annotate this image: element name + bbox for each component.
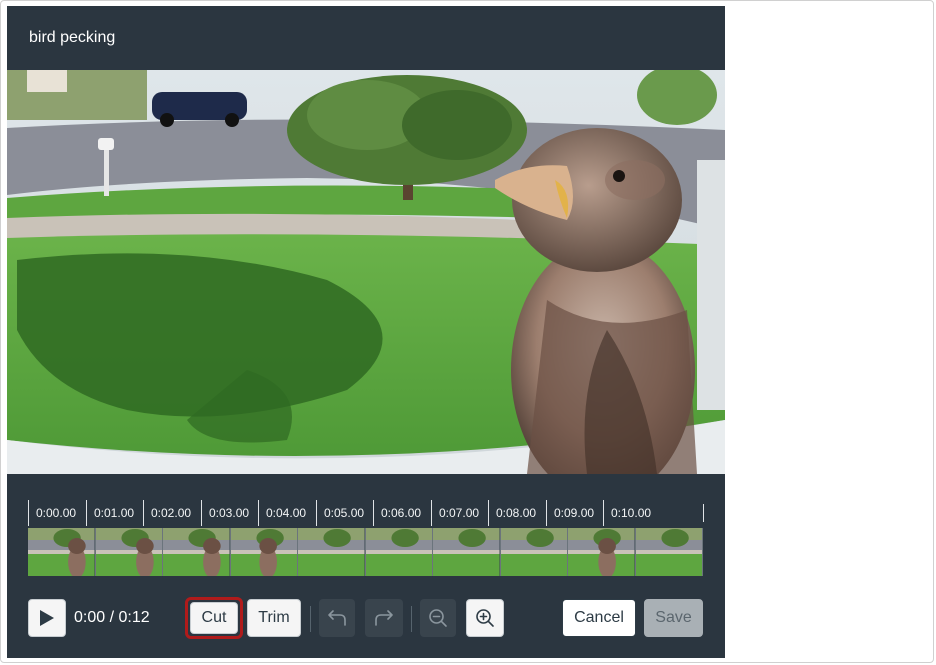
video-frame-image: [7, 70, 725, 474]
timeline-tick: 0:00.00: [28, 500, 86, 526]
play-icon: [40, 610, 54, 626]
title-bar: bird pecking: [7, 6, 725, 70]
undo-button[interactable]: [319, 599, 355, 637]
timeline-tick: 0:09.00: [546, 500, 603, 526]
trim-button[interactable]: Trim: [247, 599, 301, 637]
timeline-tick: 0:01.00: [86, 500, 143, 526]
video-preview[interactable]: [7, 70, 725, 474]
filmstrip-frame: [163, 528, 231, 576]
undo-icon: [328, 610, 346, 626]
timeline-tick: 0:07.00: [431, 500, 488, 526]
cut-highlight: Cut: [185, 597, 243, 639]
cut-button[interactable]: Cut: [190, 602, 238, 634]
filmstrip-frame: [568, 528, 636, 576]
filmstrip-frame: [365, 528, 433, 576]
timeline-tick: 0:03.00: [201, 500, 258, 526]
zoom-in-button[interactable]: [466, 599, 504, 637]
filmstrip-frame: [635, 528, 703, 576]
filmstrip[interactable]: [28, 528, 703, 576]
timeline-ruler: 0:00.00 0:01.00 0:02.00 0:03.00 0:04.00 …: [28, 500, 704, 526]
timeline-tick: 0:08.00: [488, 500, 546, 526]
timeline-tick: 0:02.00: [143, 500, 201, 526]
toolbar-divider: [411, 606, 412, 632]
filmstrip-frame: [95, 528, 163, 576]
filmstrip-frame: [230, 528, 298, 576]
cancel-button[interactable]: Cancel: [562, 599, 636, 637]
redo-button[interactable]: [365, 599, 403, 637]
timeline-tick: 0:04.00: [258, 500, 316, 526]
video-editor: bird pecking 0:00.00 0:01.00 0:02.00 0:0…: [7, 6, 725, 658]
video-title: bird pecking: [29, 29, 116, 46]
filmstrip-frame: [28, 528, 96, 576]
timeline-end-marker: [703, 504, 704, 522]
toolbar-divider: [310, 606, 311, 632]
zoom-out-icon: [429, 609, 447, 627]
timeline-tick: 0:05.00: [316, 500, 373, 526]
play-button[interactable]: [28, 599, 66, 637]
timeline-tick: 0:10.00: [603, 500, 661, 526]
control-bar: 0:00 / 0:12 Cut Trim Cancel Save: [7, 578, 725, 658]
redo-icon: [375, 610, 393, 626]
timeline-tick: 0:06.00: [373, 500, 431, 526]
filmstrip-frame: [500, 528, 568, 576]
zoom-in-icon: [476, 609, 494, 627]
save-button[interactable]: Save: [644, 599, 703, 637]
filmstrip-frame: [433, 528, 501, 576]
timeline[interactable]: 0:00.00 0:01.00 0:02.00 0:03.00 0:04.00 …: [7, 474, 725, 578]
filmstrip-frame: [298, 528, 366, 576]
time-display: 0:00 / 0:12: [74, 609, 150, 626]
zoom-out-button[interactable]: [420, 599, 456, 637]
